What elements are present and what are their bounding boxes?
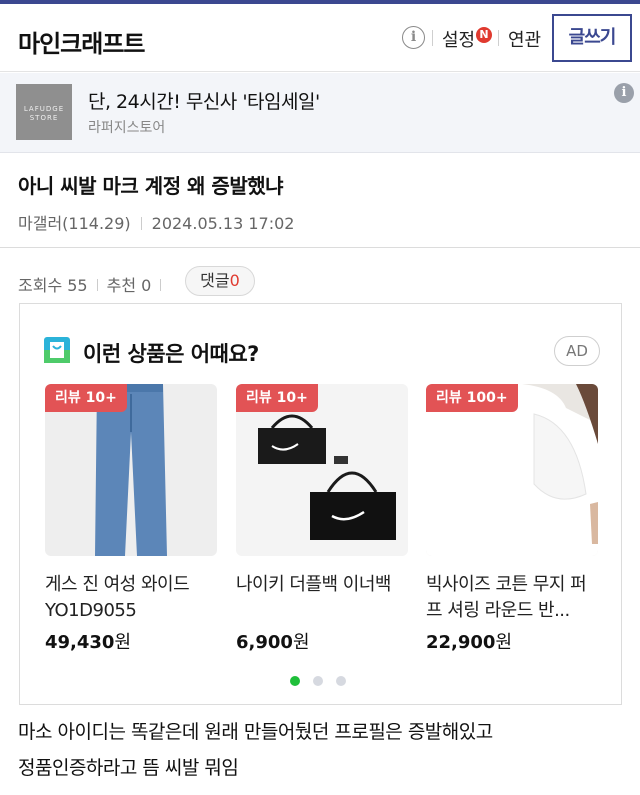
product-price: 49,430원 bbox=[45, 628, 217, 654]
product-image[interactable]: 리뷰 10+ bbox=[45, 384, 217, 556]
gallery-title[interactable]: 마인크래프트 bbox=[18, 24, 145, 59]
product-image[interactable]: 리뷰 10+ bbox=[236, 384, 408, 556]
divider bbox=[140, 217, 142, 230]
price-value: 49,430 bbox=[45, 632, 115, 653]
ad-label[interactable]: AD bbox=[554, 336, 600, 366]
ad-title[interactable]: 단, 24시간! 무신사 '타임세일' bbox=[88, 87, 320, 114]
ad-info-icon[interactable]: i bbox=[614, 83, 634, 103]
ad-source: 라퍼지스토어 bbox=[88, 120, 166, 136]
gallery-header: 마인크래프트 i 설정 N 연관 글쓰기 bbox=[0, 4, 640, 72]
product-name[interactable]: 게스 진 여성 와이드 YO1D9055 bbox=[45, 572, 217, 624]
product-price: 22,900원 bbox=[426, 628, 598, 654]
divider bbox=[498, 30, 499, 46]
post-date: 2024.05.13 17:02 bbox=[151, 214, 295, 233]
comment-label: 댓글 bbox=[200, 271, 230, 290]
price-unit: 원 bbox=[292, 632, 310, 653]
product-price: 6,900원 bbox=[236, 628, 408, 654]
carousel-indicator bbox=[290, 671, 359, 690]
ad-logo-image: LAFUDGE STORE bbox=[16, 84, 72, 140]
product-card[interactable]: 리뷰 10+ 나이키 더플백 이너백 6,900원 bbox=[236, 384, 408, 654]
related-link[interactable]: 연관 bbox=[508, 26, 541, 52]
post-author[interactable]: 마갤러(114.29) bbox=[18, 214, 131, 233]
shopping-bag-icon bbox=[44, 337, 70, 363]
review-badge: 리뷰 10+ bbox=[45, 384, 127, 412]
product-card[interactable]: 리뷰 100+ 빅사이즈 코튼 무지 퍼프 셔링 라운드 반... 22,900… bbox=[426, 384, 598, 654]
recommendation-title: 이런 상품은 어때요? bbox=[83, 342, 259, 366]
comment-count: 0 bbox=[229, 271, 240, 290]
carousel-dot-active[interactable] bbox=[290, 676, 300, 686]
price-unit: 원 bbox=[114, 632, 132, 653]
product-card[interactable]: 리뷰 10+ 게스 진 여성 와이드 YO1D9055 49,430원 bbox=[45, 384, 217, 654]
write-button[interactable]: 글쓰기 bbox=[552, 14, 632, 62]
recommend-count: 추천 0 bbox=[106, 276, 152, 295]
price-unit: 원 bbox=[495, 632, 513, 653]
product-name[interactable]: 나이키 더플백 이너백 bbox=[236, 572, 408, 624]
price-value: 22,900 bbox=[426, 632, 496, 653]
settings-link[interactable]: 설정 bbox=[442, 26, 475, 52]
post-body-line: 마소 아이디는 똑같은데 원래 만들어뒀던 프로필은 증발해있고 bbox=[18, 721, 493, 743]
post-meta: 마갤러(114.29) 2024.05.13 17:02 bbox=[18, 210, 294, 234]
product-name[interactable]: 빅사이즈 코튼 무지 퍼프 셔링 라운드 반... bbox=[426, 572, 598, 624]
post-stats: 조회수 55 추천 0 bbox=[18, 272, 170, 296]
post-body-line: 정품인증하라고 뜸 씨발 뭐임 bbox=[18, 757, 239, 779]
info-icon[interactable]: i bbox=[402, 26, 425, 49]
carousel-dot[interactable] bbox=[313, 676, 323, 686]
comment-button[interactable]: 댓글0 bbox=[185, 266, 255, 296]
divider bbox=[160, 279, 162, 291]
recommendation-widget: 이런 상품은 어때요? AD 리뷰 10+ 게스 진 여성 와이드 YO1D90… bbox=[19, 303, 622, 705]
review-badge: 리뷰 100+ bbox=[426, 384, 518, 412]
divider bbox=[0, 247, 640, 248]
view-count: 조회수 55 bbox=[18, 276, 88, 295]
carousel-dot[interactable] bbox=[336, 676, 346, 686]
review-badge: 리뷰 10+ bbox=[236, 384, 318, 412]
ad-banner[interactable]: LAFUDGE STORE 단, 24시간! 무신사 '타임세일' 라퍼지스토어 … bbox=[0, 73, 640, 153]
divider bbox=[96, 279, 98, 291]
post-body: 마소 아이디는 똑같은데 원래 만들어뒀던 프로필은 증발해있고 정품인증하라고… bbox=[18, 714, 493, 786]
new-badge: N bbox=[476, 27, 492, 43]
product-image[interactable]: 리뷰 100+ bbox=[426, 384, 598, 556]
divider bbox=[432, 30, 433, 46]
price-value: 6,900 bbox=[236, 632, 293, 653]
post-title: 아니 씨발 마크 계정 왜 증발했냐 bbox=[18, 174, 284, 198]
